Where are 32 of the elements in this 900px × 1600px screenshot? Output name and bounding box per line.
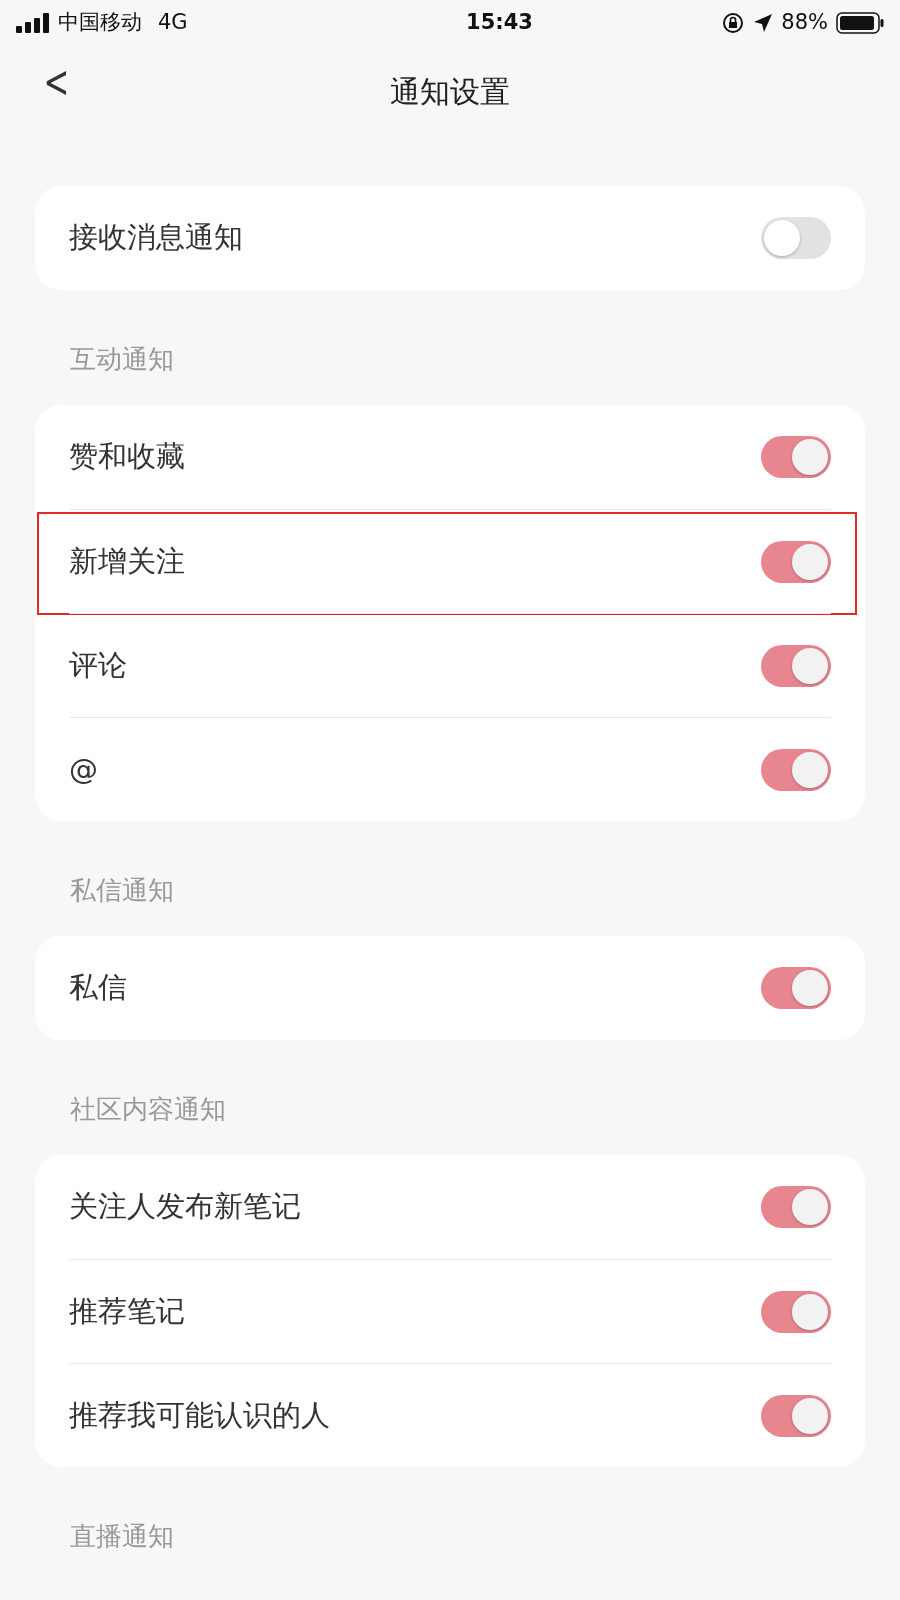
toggle-switch[interactable]	[761, 748, 831, 791]
setting-label: 关注人发布新笔记	[69, 1188, 301, 1226]
network-type: 4G	[158, 9, 188, 37]
toggle-switch[interactable]	[761, 1394, 831, 1437]
setting-label: 推荐我可能认识的人	[69, 1396, 330, 1434]
toggle-switch[interactable]	[761, 967, 831, 1009]
carrier-name: 中国移动	[58, 9, 142, 37]
setting-label: 接收消息通知	[69, 219, 243, 257]
setting-label: 推荐笔记	[69, 1292, 185, 1330]
back-button[interactable]: <	[37, 60, 75, 104]
toggle-switch[interactable]	[761, 217, 831, 259]
toggle-switch[interactable]	[761, 644, 831, 687]
section-header: 互动通知	[69, 343, 175, 376]
section-header: 社区内容通知	[69, 1093, 227, 1126]
toggle-switch[interactable]	[761, 540, 831, 583]
rotation-lock-icon	[721, 11, 746, 35]
setting-label: 赞和收藏	[69, 438, 185, 476]
toggle-switch[interactable]	[761, 1290, 831, 1333]
setting-label: 评论	[69, 646, 127, 684]
section-header: 私信通知	[69, 874, 175, 907]
status-time: 15:43	[466, 9, 533, 37]
toggle-switch[interactable]	[761, 436, 831, 478]
toggle-switch[interactable]	[761, 1186, 831, 1228]
location-arrow-icon	[753, 13, 774, 33]
battery-icon	[836, 12, 884, 34]
setting-label: 新增关注	[69, 542, 185, 580]
setting-label: 私信	[69, 969, 127, 1007]
battery-percent: 88%	[781, 9, 828, 37]
page-title: 通知设置	[390, 72, 510, 111]
setting-label: @	[69, 750, 98, 788]
section-header: 直播通知	[69, 1520, 175, 1553]
signal-icon	[16, 13, 50, 33]
